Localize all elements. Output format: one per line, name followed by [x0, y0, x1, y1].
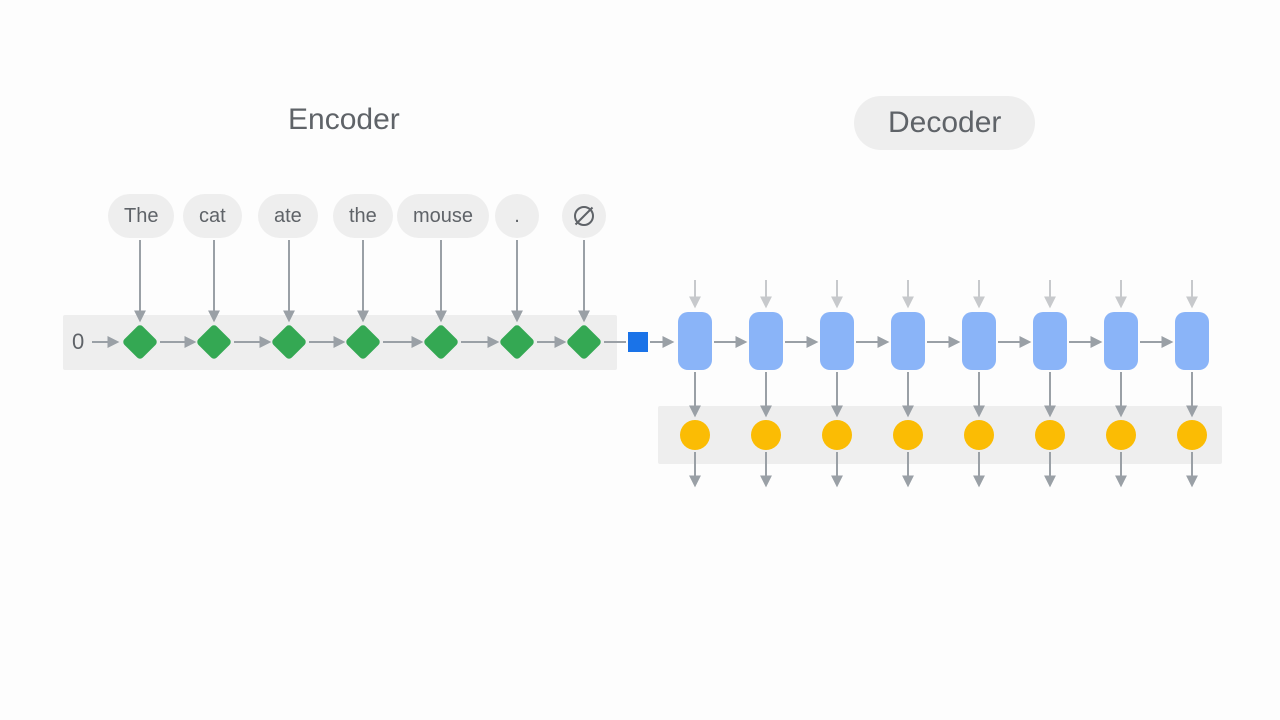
output-node: [1035, 420, 1065, 450]
token-mouse: mouse: [397, 194, 489, 238]
decoder-output-bg: [658, 406, 1222, 464]
token-cat: cat: [183, 194, 242, 238]
token-the: The: [108, 194, 174, 238]
decoder-cell: [1175, 312, 1209, 370]
token-end: [562, 194, 606, 238]
token-label: cat: [199, 205, 226, 228]
decoder-heading: Decoder: [854, 96, 1035, 150]
encoder-heading: Encoder: [288, 103, 400, 137]
token-label: The: [124, 205, 158, 228]
token-label: ate: [274, 205, 302, 228]
output-node: [680, 420, 710, 450]
token-ate: ate: [258, 194, 318, 238]
output-node: [1177, 420, 1207, 450]
output-node: [964, 420, 994, 450]
output-node: [822, 420, 852, 450]
token-label: .: [514, 205, 520, 228]
token-the2: the: [333, 194, 393, 238]
decoder-cell: [962, 312, 996, 370]
decoder-cell: [891, 312, 925, 370]
context-vector: [628, 332, 648, 352]
token-label: the: [349, 205, 377, 228]
token-label: mouse: [413, 205, 473, 228]
decoder-cell: [749, 312, 783, 370]
output-node: [1106, 420, 1136, 450]
decoder-cell: [1104, 312, 1138, 370]
output-node: [893, 420, 923, 450]
token-period: .: [495, 194, 539, 238]
null-icon: [574, 206, 594, 226]
decoder-cell: [1033, 312, 1067, 370]
output-node: [751, 420, 781, 450]
decoder-cell: [820, 312, 854, 370]
diagram-stage: Encoder Decoder: [0, 0, 1280, 720]
decoder-cell: [678, 312, 712, 370]
initial-state-label: 0: [72, 329, 84, 355]
